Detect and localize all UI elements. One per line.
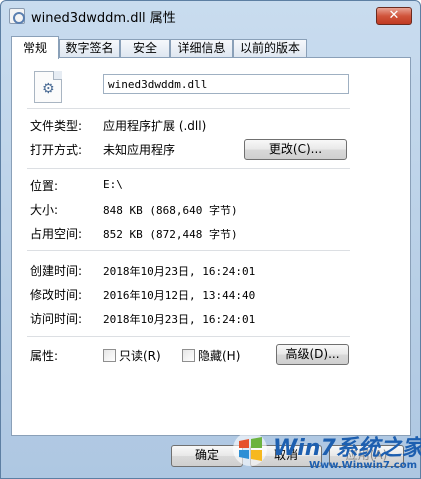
ok-button[interactable]: 确定	[171, 445, 243, 467]
size-on-disk-value: 852 KB (872,448 字节)	[103, 228, 238, 241]
dll-file-icon: ⚙	[34, 71, 62, 103]
tab-general[interactable]: 常规	[11, 36, 59, 59]
hidden-checkbox[interactable]: 隐藏(H)	[182, 347, 240, 364]
readonly-checkbox[interactable]: 只读(R)	[103, 347, 161, 364]
properties-window: wined3dwddm.dll 属性 ✕ 常规 数字签名 安全 详细信息 以前的…	[0, 0, 421, 479]
window-title: wined3dwddm.dll 属性	[31, 11, 176, 26]
tab-security[interactable]: 安全	[120, 39, 170, 58]
readonly-label: 只读(R)	[119, 349, 161, 363]
tab-digital-signatures[interactable]: 数字签名	[59, 39, 120, 58]
divider	[27, 250, 350, 251]
file-type-value: 应用程序扩展 (.dll)	[103, 119, 207, 133]
title-bar[interactable]: wined3dwddm.dll 属性 ✕	[1, 1, 420, 31]
opens-with-value: 未知应用程序	[103, 143, 176, 157]
location-label: 位置:	[30, 179, 59, 193]
general-panel: ⚙ 文件类型: 应用程序扩展 (.dll) 打开方式: 未知应用程序 更改(C)…	[11, 57, 411, 436]
advanced-button[interactable]: 高级(D)...	[276, 344, 349, 365]
change-button[interactable]: 更改(C)...	[244, 139, 347, 160]
divider	[27, 168, 350, 169]
checkbox-box[interactable]	[103, 349, 116, 362]
divider	[27, 108, 350, 109]
file-settings-icon	[9, 8, 25, 24]
size-label: 大小:	[30, 203, 59, 217]
size-value: 848 KB (868,640 字节)	[103, 204, 238, 217]
cancel-button[interactable]: 取消	[250, 445, 322, 467]
accessed-label: 访问时间:	[30, 312, 83, 326]
tab-details[interactable]: 详细信息	[170, 39, 233, 58]
location-value: E:\	[103, 178, 123, 191]
opens-with-label: 打开方式:	[30, 143, 83, 157]
close-button[interactable]: ✕	[376, 7, 412, 25]
attributes-label: 属性:	[30, 349, 59, 363]
modified-label: 修改时间:	[30, 288, 83, 302]
size-on-disk-label: 占用空间:	[30, 227, 83, 241]
close-icon: ✕	[388, 8, 400, 23]
divider	[27, 336, 350, 337]
created-label: 创建时间:	[30, 264, 83, 278]
created-value: 2018年10月23日, 16:24:01	[103, 265, 256, 278]
tab-previous-versions[interactable]: 以前的版本	[233, 39, 307, 58]
checkbox-box[interactable]	[182, 349, 195, 362]
file-type-label: 文件类型:	[30, 119, 83, 133]
hidden-label: 隐藏(H)	[198, 349, 241, 363]
apply-button[interactable]: 应用(A)	[329, 445, 404, 467]
filename-field[interactable]	[103, 74, 349, 94]
accessed-value: 2018年10月23日, 16:24:01	[103, 313, 256, 326]
modified-value: 2016年10月12日, 13:44:40	[103, 289, 256, 302]
